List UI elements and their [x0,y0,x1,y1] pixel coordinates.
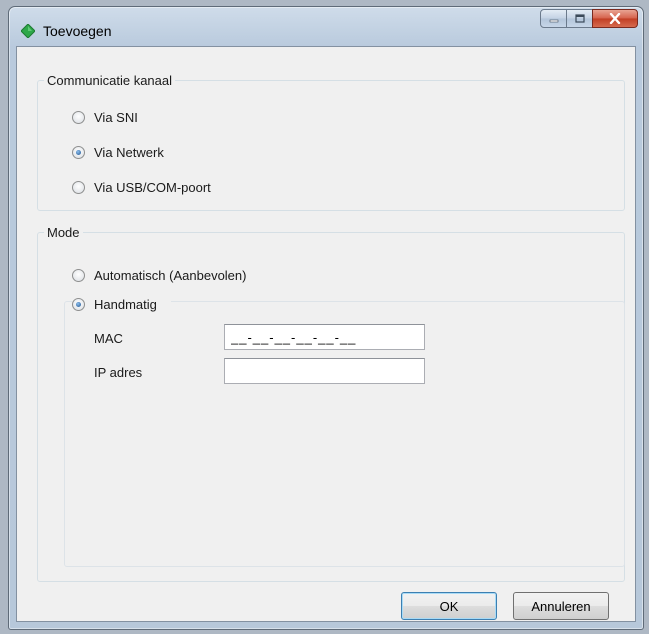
radio-button[interactable] [72,111,85,124]
radio-via-sni[interactable]: Via SNI [72,110,138,125]
title-bar[interactable]: Toevoegen [9,7,643,47]
ok-button[interactable]: OK [401,592,497,620]
radio-label: Via SNI [94,110,138,125]
radio-via-netwerk[interactable]: Via Netwerk [72,145,164,160]
dialog-content: Communicatie kanaal Via SNI Via Netwerk … [16,46,636,622]
maximize-icon [574,14,585,23]
radio-via-usb[interactable]: Via USB/COM-poort [72,180,211,195]
minimize-button[interactable] [540,9,567,28]
close-icon [609,13,621,24]
radio-label: Automatisch (Aanbevolen) [94,268,247,283]
radio-button[interactable] [72,269,85,282]
channel-group-legend: Communicatie kanaal [47,73,173,88]
radio-label: Handmatig [94,297,157,312]
dialog-window: Toevoegen Communicatie kanaal Via SNI Vi… [8,6,644,630]
close-button[interactable] [592,9,638,28]
ip-label: IP adres [94,365,143,380]
radio-button-selected[interactable] [72,298,85,311]
window-title: Toevoegen [43,23,112,39]
radio-button-selected[interactable] [72,146,85,159]
radio-handmatig[interactable]: Handmatig [72,297,161,312]
radio-button[interactable] [72,181,85,194]
green-diamond-icon [21,24,35,38]
window-controls [540,9,638,28]
mac-input[interactable] [224,324,425,350]
minimize-icon [549,19,558,22]
radio-automatisch[interactable]: Automatisch (Aanbevolen) [72,268,246,283]
radio-label: Via Netwerk [94,145,164,160]
ip-input[interactable] [224,358,425,384]
mac-label: MAC [94,331,123,346]
radio-label: Via USB/COM-poort [94,180,211,195]
cancel-button[interactable]: Annuleren [513,592,609,620]
maximize-button[interactable] [566,9,593,28]
mode-group-legend: Mode [47,225,80,240]
